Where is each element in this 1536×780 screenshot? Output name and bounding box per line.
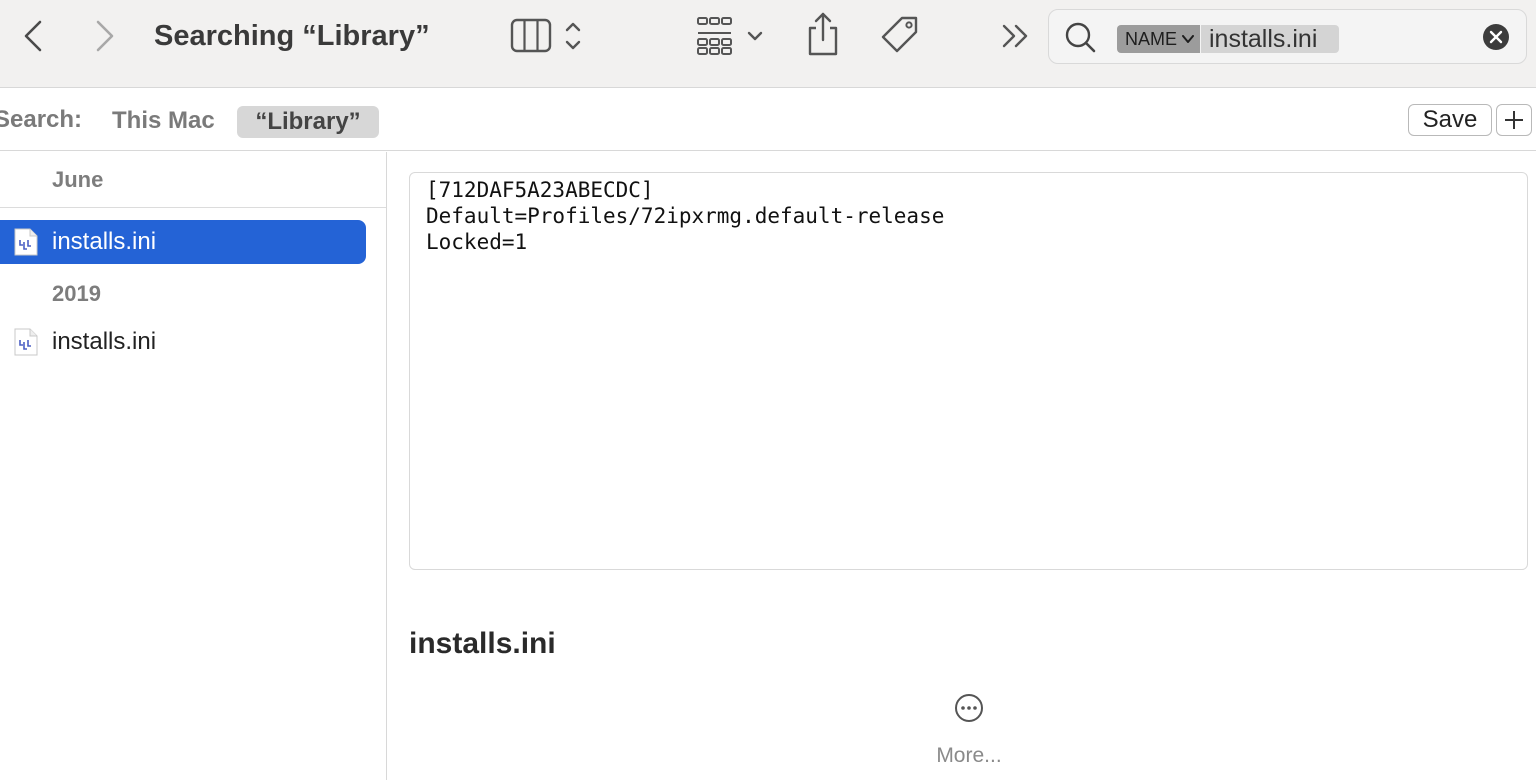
search-token-value[interactable]: installs.ini <box>1201 25 1339 53</box>
toolbar-overflow-button[interactable] <box>994 16 1038 56</box>
double-chevron-right-icon <box>1002 24 1028 48</box>
plus-icon <box>1505 111 1523 129</box>
content-line: Default=Profiles/72ipxrmg.default-releas… <box>426 204 945 228</box>
group-by-button[interactable] <box>690 14 770 58</box>
more-label[interactable]: More... <box>908 742 1030 770</box>
grid-group-icon <box>697 17 763 55</box>
scope-library-button[interactable]: “Library” <box>237 106 379 138</box>
add-criteria-button[interactable] <box>1496 104 1532 136</box>
list-item[interactable]: installs.ini <box>0 220 366 264</box>
content-line: Locked=1 <box>426 230 528 254</box>
tag-button[interactable] <box>876 14 924 58</box>
divider <box>0 207 386 208</box>
share-button[interactable] <box>800 10 846 58</box>
ini-file-icon <box>14 328 38 356</box>
file-content-preview[interactable]: [712DAF5A23ABECDC] Default=Profiles/72ip… <box>409 172 1528 570</box>
search-token-kind-label: NAME <box>1125 29 1178 49</box>
search-field[interactable]: NAME installs.ini <box>1048 9 1527 64</box>
group-header: 2019 <box>52 281 101 306</box>
list-item-name: installs.ini <box>52 228 157 255</box>
view-mode-button[interactable] <box>506 14 590 58</box>
chevron-down-icon <box>1182 35 1194 43</box>
content-line: [712DAF5A23ABECDC] <box>426 178 654 202</box>
search-token-kind[interactable]: NAME <box>1117 25 1200 53</box>
list-item[interactable]: installs.ini <box>0 320 366 364</box>
window-title: Searching “Library” <box>154 20 430 52</box>
list-item-name: installs.ini <box>52 328 157 355</box>
ellipsis-circle-icon <box>955 694 983 722</box>
forward-button[interactable] <box>84 16 124 56</box>
more-button[interactable] <box>954 693 984 723</box>
preview-filename: installs.ini <box>409 627 556 660</box>
clear-search-button[interactable] <box>1482 23 1510 51</box>
columns-view-icon <box>510 18 581 53</box>
back-button[interactable] <box>14 16 54 56</box>
clear-icon <box>1483 24 1509 50</box>
scope-label: Search: <box>0 106 83 133</box>
tag-icon <box>881 16 918 53</box>
share-icon <box>808 12 838 56</box>
scope-this-mac-button[interactable]: This Mac <box>100 105 227 137</box>
chevron-right-icon <box>96 20 114 52</box>
search-scope-bar: Search: This Mac “Library” Save <box>0 89 1536 151</box>
results-list: June installs.ini 2019 installs.ini <box>0 152 387 780</box>
search-icon <box>1061 20 1101 56</box>
save-search-button[interactable]: Save <box>1408 104 1492 136</box>
chevron-left-icon <box>24 20 42 52</box>
toolbar: Searching “Library” NAME installs.ini <box>0 0 1536 88</box>
preview-pane: [712DAF5A23ABECDC] Default=Profiles/72ip… <box>388 152 1536 780</box>
group-header: June <box>52 167 104 192</box>
ini-file-icon <box>14 228 38 256</box>
